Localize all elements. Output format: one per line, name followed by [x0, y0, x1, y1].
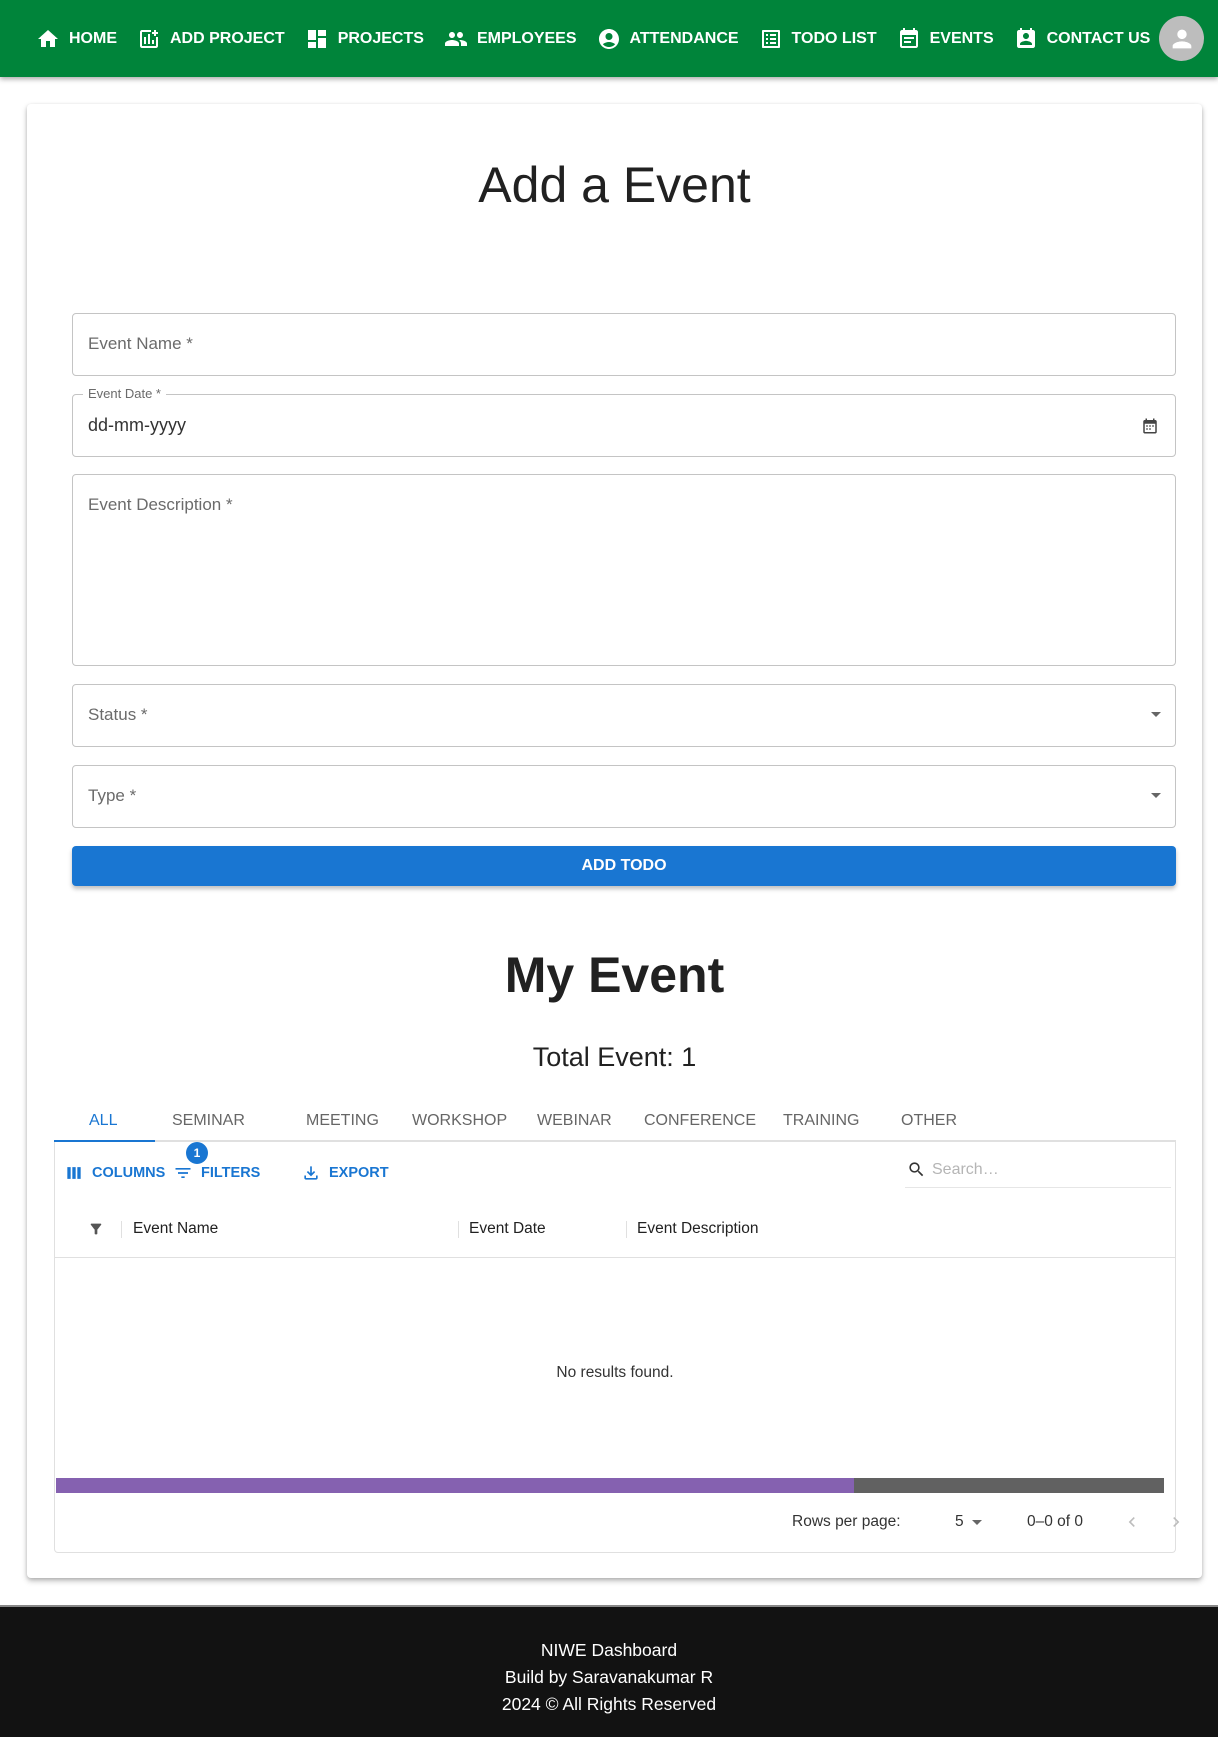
nav-contact-us-label: CONTACT US [1046, 29, 1151, 47]
column-filter-icon[interactable] [88, 1221, 104, 1237]
event-date-label: Event Date * [83, 386, 166, 401]
tab-all[interactable]: ALL [89, 1112, 117, 1130]
user-avatar[interactable] [1159, 16, 1204, 61]
page-footer: NIWE Dashboard Build by Saravanakumar R … [0, 1605, 1218, 1737]
account-circle-icon [598, 28, 619, 49]
pagination-range: 0–0 of 0 [1027, 1513, 1084, 1530]
status-select[interactable]: Status * [72, 684, 1176, 747]
column-separator[interactable] [121, 1221, 122, 1238]
tab-seminar[interactable]: SEMINAR [172, 1112, 245, 1130]
filters-count-badge: 1 [186, 1142, 208, 1164]
filters-button[interactable]: FILTERS [173, 1163, 260, 1183]
nav-employees[interactable]: EMPLOYEES [444, 27, 577, 51]
rows-per-page-arrow-icon [971, 1519, 982, 1525]
people-icon [444, 31, 467, 46]
download-icon [304, 1166, 318, 1180]
event-date-field[interactable]: Event Date * dd-mm-yyyy [72, 386, 1176, 457]
type-dropdown-arrow-icon [1151, 793, 1161, 798]
grid-search [905, 1152, 1171, 1188]
top-navbar: HOME ADD PROJECT PROJECTS EMPLOYEES ATTE… [0, 0, 1218, 77]
view-column-icon [67, 1167, 81, 1179]
add-todo-button[interactable]: ADD TODO [72, 846, 1176, 886]
event-name-placeholder: Event Name * [88, 334, 193, 353]
tab-conference[interactable]: CONFERENCE [644, 1112, 756, 1130]
nav-contact-us[interactable]: CONTACT US [1014, 27, 1151, 51]
search-input[interactable] [932, 1160, 1162, 1179]
calendar-icon[interactable] [1141, 417, 1159, 435]
status-dropdown-arrow-icon [1151, 712, 1161, 717]
total-event-count: Total Event: 1 [532, 1042, 697, 1072]
grid-pagination: Rows per page: 5 0–0 of 0 [55, 1494, 1180, 1552]
nav-attendance[interactable]: ATTENDANCE [597, 27, 739, 51]
nav-employees-label: EMPLOYEES [476, 29, 577, 47]
tab-training[interactable]: TRAINING [783, 1112, 859, 1130]
grid-header-row: Event Name Event Date Event Description [55, 1202, 1175, 1258]
page-title: Add a Event [478, 157, 751, 213]
column-header-event-date[interactable]: Event Date [469, 1220, 546, 1238]
tab-webinar[interactable]: WEBINAR [537, 1112, 612, 1130]
type-select[interactable]: Type * [72, 765, 1176, 828]
nav-todo-list[interactable]: TODO LIST [759, 27, 877, 51]
tab-other[interactable]: OTHER [901, 1112, 957, 1130]
nav-add-project-label: ADD PROJECT [170, 29, 285, 47]
rows-per-page-select[interactable]: 5 [955, 1513, 982, 1531]
footer-app-name: NIWE Dashboard [540, 1640, 678, 1660]
horizontal-scrollbar[interactable] [56, 1478, 1164, 1493]
dashboard-icon [307, 29, 326, 48]
event-name-field[interactable]: Event Name * [72, 313, 1176, 376]
nav-events-label: EVENTS [929, 29, 994, 47]
column-header-event-name[interactable]: Event Name [133, 1220, 218, 1238]
no-results-message: No results found. [556, 1364, 674, 1381]
next-page-button[interactable] [1163, 1509, 1189, 1535]
tab-meeting[interactable]: MEETING [306, 1112, 379, 1130]
rows-per-page-value: 5 [955, 1513, 964, 1530]
columns-button[interactable]: COLUMNS [64, 1163, 165, 1183]
export-button[interactable]: EXPORT [301, 1163, 389, 1183]
my-event-title: My Event [504, 947, 725, 1003]
list-icon [761, 29, 780, 48]
column-separator[interactable] [458, 1221, 459, 1238]
previous-page-button[interactable] [1119, 1509, 1145, 1535]
person-icon [1172, 29, 1191, 48]
tab-workshop[interactable]: WORKSHOP [412, 1112, 507, 1130]
filters-label: FILTERS [201, 1165, 261, 1181]
nav-home[interactable]: HOME [36, 27, 117, 51]
event-note-icon [899, 27, 918, 48]
event-type-tabs: ALL SEMINAR MEETING WORKSHOP WEBINAR CON… [54, 1104, 1176, 1142]
rows-per-page-label: Rows per page: [792, 1513, 901, 1530]
event-description-field[interactable]: Event Description * [72, 474, 1176, 666]
column-separator[interactable] [626, 1221, 627, 1238]
type-placeholder: Type * [88, 786, 137, 805]
nav-add-project[interactable]: ADD PROJECT [137, 27, 285, 51]
event-date-value: dd-mm-yyyy [88, 415, 186, 435]
filter-list-icon [175, 1168, 191, 1178]
footer-credit: Build by Saravanakumar R [504, 1667, 714, 1687]
status-placeholder: Status * [88, 705, 148, 724]
chevron-left-icon [1128, 1517, 1135, 1527]
footer-copyright: 2024 © All Rights Reserved [501, 1694, 717, 1714]
contact-badge-icon [1016, 27, 1035, 48]
events-data-grid: COLUMNS FILTERS 1 EXPORT Event Name Even… [54, 1142, 1180, 1553]
nav-home-label: HOME [69, 29, 117, 47]
nav-attendance-label: ATTENDANCE [629, 29, 739, 47]
column-header-event-description[interactable]: Event Description [637, 1220, 758, 1238]
chevron-right-icon [1173, 1517, 1180, 1527]
nav-todo-list-label: TODO LIST [791, 29, 877, 47]
scrollbar-thumb[interactable] [56, 1478, 854, 1493]
search-icon [909, 1162, 924, 1177]
nav-projects-label: PROJECTS [337, 29, 424, 47]
nav-projects[interactable]: PROJECTS [305, 27, 424, 51]
main-card: Add a Event Event Name * Event Date * dd… [27, 104, 1202, 1578]
home-icon [38, 29, 58, 47]
event-description-placeholder: Event Description * [88, 495, 233, 514]
columns-label: COLUMNS [92, 1165, 166, 1181]
add-chart-icon [140, 29, 158, 48]
export-label: EXPORT [329, 1165, 389, 1181]
nav-events[interactable]: EVENTS [897, 27, 994, 51]
